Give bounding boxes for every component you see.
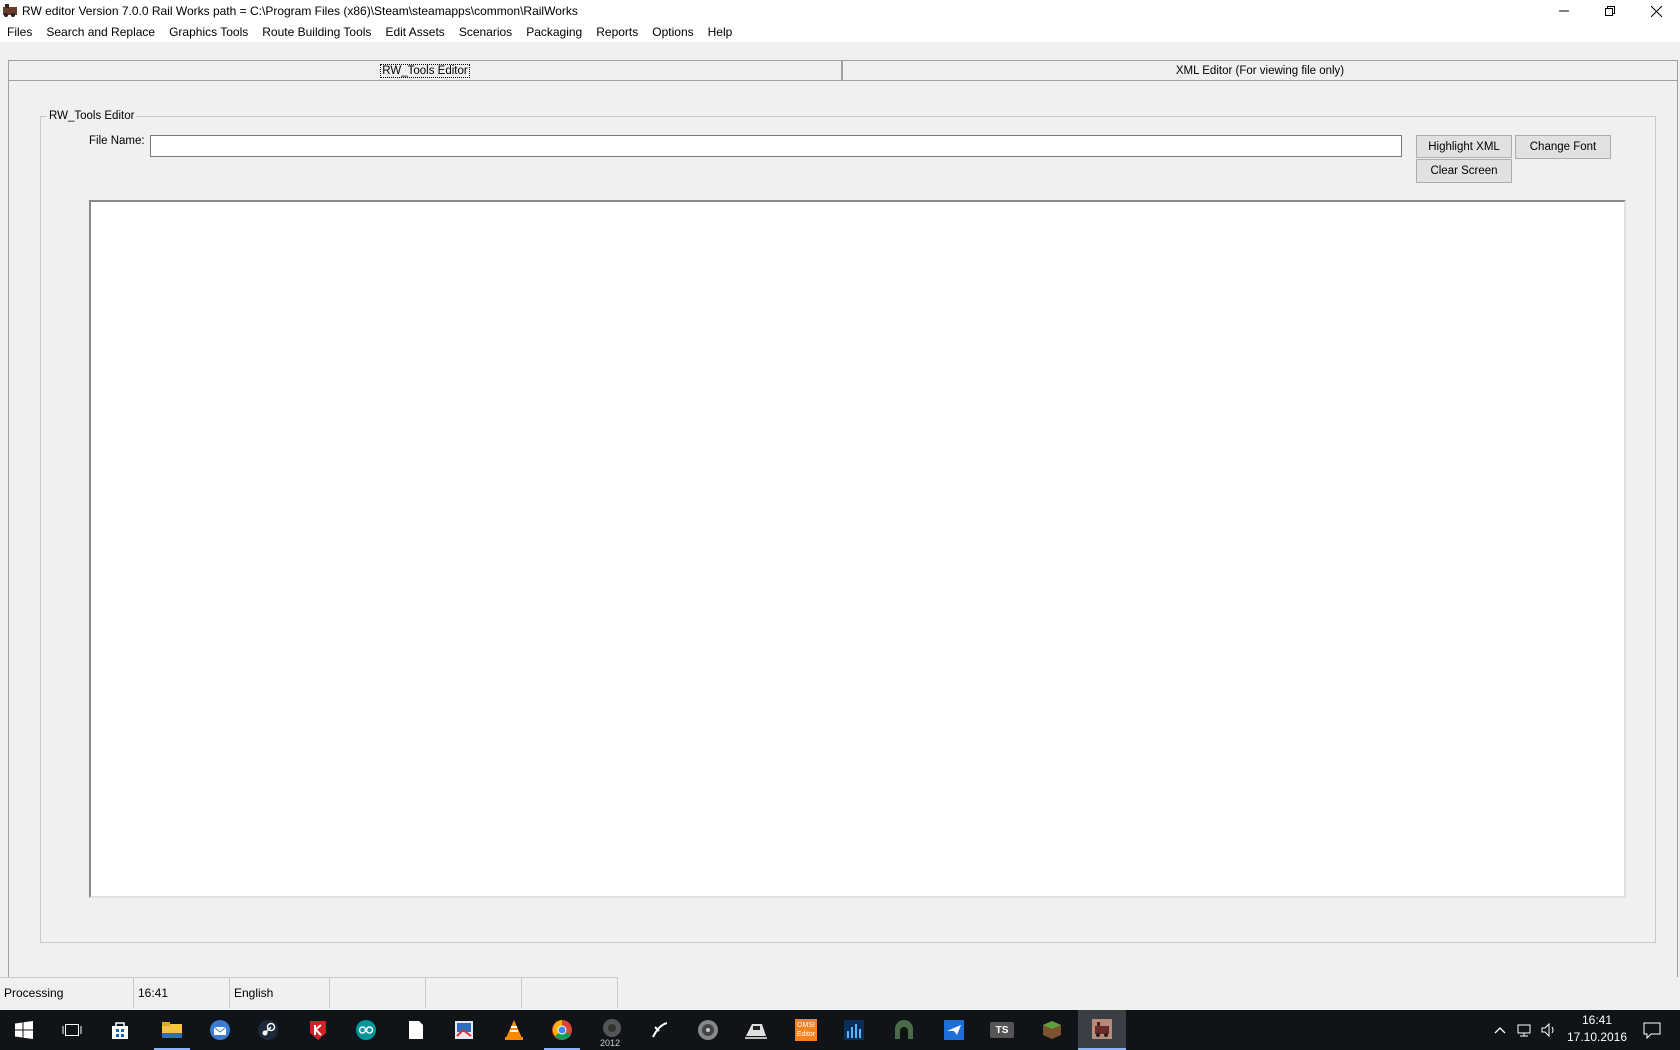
task-view-icon: [62, 1024, 82, 1036]
menu-graphics-tools[interactable]: Graphics Tools: [162, 25, 255, 39]
taskbar-train-sim[interactable]: [732, 1010, 780, 1050]
disc-icon: [698, 1020, 718, 1040]
taskbar-tunnel-app[interactable]: [880, 1010, 928, 1050]
close-icon: [1650, 5, 1662, 17]
image-editor-icon: [455, 1021, 473, 1039]
taskbar-vlc[interactable]: [490, 1010, 538, 1050]
taskbar-minecraft[interactable]: [1028, 1010, 1076, 1050]
taskbar-disc-app[interactable]: [684, 1010, 732, 1050]
chevron-up-icon: [1494, 1027, 1506, 1034]
start-icon: [15, 1021, 33, 1039]
network-icon: [1517, 1024, 1531, 1037]
menu-scenarios[interactable]: Scenarios: [452, 25, 519, 39]
status-cell-6: [522, 977, 618, 1008]
train-app-icon: [3, 4, 17, 17]
groupbox-title: RW_Tools Editor: [47, 110, 137, 122]
taskbar-rw-editor[interactable]: [1078, 1010, 1126, 1050]
status-time: 16:41: [134, 977, 230, 1008]
menu-route-building-tools[interactable]: Route Building Tools: [255, 25, 378, 39]
close-button[interactable]: [1633, 0, 1679, 22]
steam-icon: [258, 1020, 278, 1040]
menu-search-and-replace[interactable]: Search and Replace: [39, 25, 162, 39]
rw-editor-icon: [1092, 1019, 1112, 1039]
change-font-button[interactable]: Change Font: [1515, 135, 1611, 159]
restore-icon: [1605, 6, 1615, 16]
thunderbird-icon: [210, 1020, 230, 1040]
taskbar-chrome[interactable]: [538, 1010, 586, 1050]
file-name-input[interactable]: [150, 135, 1402, 157]
task-view-button[interactable]: [48, 1010, 96, 1050]
clock-date: 17.10.2016: [1566, 1030, 1628, 1044]
menu-options[interactable]: Options: [645, 25, 700, 39]
menu-edit-assets[interactable]: Edit Assets: [378, 25, 451, 39]
restore-button[interactable]: [1587, 0, 1633, 22]
status-processing: Processing: [0, 977, 134, 1008]
clear-screen-button[interactable]: Clear Screen: [1416, 159, 1512, 183]
taskbar-notepad[interactable]: [392, 1010, 440, 1050]
taskbar-omsi-editor[interactable]: OMSI Editor: [782, 1010, 830, 1050]
highlight-xml-button[interactable]: Highlight XML: [1416, 135, 1512, 158]
clock-time: 16:41: [1581, 1013, 1613, 1027]
tab-label: RW_Tools Editor: [380, 64, 470, 78]
taskbar-chart-app[interactable]: [830, 1010, 878, 1050]
taskbar-app-2012[interactable]: 2012: [588, 1010, 636, 1050]
flight-sim-icon: [944, 1020, 964, 1040]
minecraft-icon: [1043, 1021, 1061, 1039]
title-bar: RW editor Version 7.0.0 Rail Works path …: [0, 0, 1680, 22]
taskbar-image-editor[interactable]: [440, 1010, 488, 1050]
ts-label: TS: [995, 1024, 1009, 1036]
taskbar-store[interactable]: [96, 1010, 144, 1050]
tray-network[interactable]: [1514, 1010, 1536, 1050]
taskbar-clock[interactable]: 16:41 17.10.2016: [1552, 1012, 1642, 1048]
taskbar-blender[interactable]: [636, 1010, 684, 1050]
chart-app-icon: [844, 1020, 864, 1040]
taskbar: 2012 OMSI Editor TS: [0, 1010, 1680, 1050]
menu-help[interactable]: Help: [701, 25, 740, 39]
taskbar-thunderbird[interactable]: [196, 1010, 244, 1050]
menu-reports[interactable]: Reports: [589, 25, 645, 39]
chrome-icon: [552, 1020, 572, 1040]
app-2012-label: 2012: [600, 1038, 621, 1048]
editor-text-area[interactable]: [89, 200, 1626, 898]
status-cell-5: [426, 977, 522, 1008]
taskbar-arduino[interactable]: [342, 1010, 390, 1050]
kaspersky-icon: [310, 1021, 326, 1040]
arduino-icon: [356, 1020, 376, 1040]
minimize-button[interactable]: [1541, 0, 1587, 22]
taskbar-file-explorer[interactable]: [148, 1010, 196, 1050]
start-button[interactable]: [0, 1010, 48, 1050]
taskbar-steam[interactable]: [244, 1010, 292, 1050]
store-icon: [112, 1022, 128, 1039]
tray-overflow[interactable]: [1490, 1010, 1510, 1050]
taskbar-ts[interactable]: TS: [978, 1010, 1026, 1050]
minimize-icon: [1559, 10, 1569, 12]
window-title: RW editor Version 7.0.0 Rail Works path …: [22, 4, 578, 18]
taskbar-flight-sim[interactable]: [930, 1010, 978, 1050]
omsi-editor-label: OMSI Editor: [796, 1022, 816, 1038]
train-sim-icon: [745, 1024, 767, 1039]
file-explorer-icon: [162, 1022, 182, 1038]
menu-files[interactable]: Files: [0, 25, 39, 39]
status-bar: Processing 16:41 English: [0, 977, 1680, 1010]
status-language: English: [230, 977, 330, 1008]
tab-label: XML Editor (For viewing file only): [1175, 65, 1345, 77]
blender-icon: [652, 1022, 668, 1038]
omsi-editor-icon: OMSI Editor: [795, 1019, 817, 1041]
ts-icon: TS: [990, 1022, 1014, 1038]
tunnel-app-icon: [895, 1020, 913, 1039]
taskbar-kaspersky[interactable]: [294, 1010, 342, 1050]
notification-icon: [1643, 1022, 1661, 1039]
notepad-icon: [409, 1021, 423, 1039]
vlc-icon: [505, 1020, 523, 1040]
tab-rw-tools-editor[interactable]: RW_Tools Editor: [8, 60, 842, 81]
file-name-label: File Name:: [89, 135, 145, 147]
status-cell-4: [330, 977, 426, 1008]
menu-packaging[interactable]: Packaging: [519, 25, 589, 39]
menu-bar: Files Search and Replace Graphics Tools …: [0, 22, 1680, 42]
tab-xml-editor[interactable]: XML Editor (For viewing file only): [842, 60, 1678, 81]
